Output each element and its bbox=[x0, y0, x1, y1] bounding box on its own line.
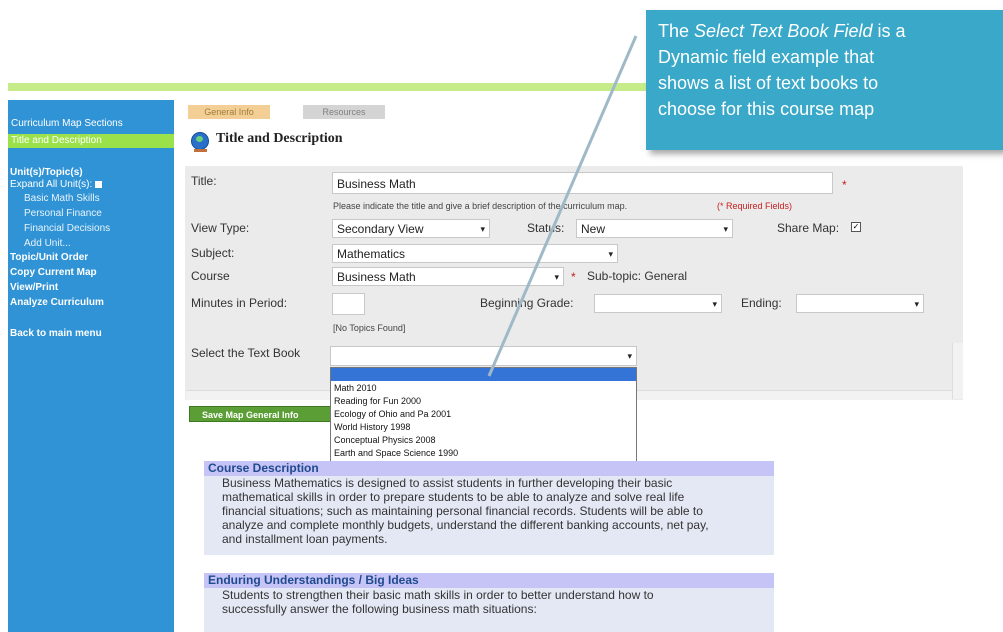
view-type-label: View Type: bbox=[191, 221, 250, 235]
minutes-label: Minutes in Period: bbox=[191, 296, 288, 310]
expand-all-checkbox[interactable] bbox=[95, 180, 103, 188]
course-description-line: financial situations; such as maintainin… bbox=[222, 504, 703, 518]
textbook-label: Select the Text Book bbox=[191, 346, 301, 360]
view-type-select[interactable]: Secondary View bbox=[332, 219, 490, 238]
subtopic-label: Sub-topic: General bbox=[587, 269, 688, 283]
globe-icon bbox=[191, 132, 209, 150]
title-hint: Please indicate the title and give a bri… bbox=[333, 201, 628, 211]
sidebar-unit-basic-math[interactable]: Basic Math Skills bbox=[24, 193, 190, 204]
status-label: Status: bbox=[527, 221, 565, 235]
sidebar-unit-personal-finance[interactable]: Personal Finance bbox=[24, 208, 190, 219]
beginning-grade-select[interactable] bbox=[594, 294, 722, 313]
beginning-grade-label: Beginning Grade: bbox=[480, 296, 574, 310]
minutes-input[interactable] bbox=[332, 293, 365, 315]
textbook-option[interactable]: Earth and Space Science 1990 bbox=[334, 448, 458, 458]
sidebar-copy-current-map[interactable]: Copy Current Map bbox=[10, 267, 176, 278]
sidebar-item-title-description[interactable]: Title and Description bbox=[8, 134, 174, 148]
course-description-section: Course Description Business Mathematics … bbox=[204, 461, 774, 555]
sidebar-view-print[interactable]: View/Print bbox=[10, 282, 176, 293]
sidebar-add-unit[interactable]: Add Unit... bbox=[24, 238, 190, 249]
share-map-checkbox[interactable]: ✓ bbox=[851, 222, 861, 232]
share-map-label: Share Map: bbox=[777, 221, 840, 235]
callout-emphasis: Select Text Book Field bbox=[694, 21, 873, 41]
textbook-select[interactable] bbox=[330, 346, 637, 366]
sidebar-unit-financial-decisions[interactable]: Financial Decisions bbox=[24, 223, 190, 234]
tab-general-info[interactable]: General Info bbox=[188, 105, 270, 119]
ending-grade-select[interactable] bbox=[796, 294, 924, 313]
sidebar-analyze-curriculum[interactable]: Analyze Curriculum bbox=[10, 297, 176, 308]
enduring-understandings-body: Students to strengthen their basic math … bbox=[222, 588, 770, 616]
subject-label: Subject: bbox=[191, 246, 235, 260]
title-input[interactable]: Business Math bbox=[332, 172, 833, 194]
callout-suffix: is a bbox=[872, 21, 906, 41]
course-description-line: and installment loan payments. bbox=[222, 532, 388, 546]
save-map-general-info-button[interactable]: Save Map General Info bbox=[189, 406, 335, 422]
no-topics-text: [No Topics Found] bbox=[333, 323, 406, 333]
callout-line-3: shows a list of text books to bbox=[658, 73, 879, 93]
textbook-option[interactable]: World History 1998 bbox=[334, 422, 410, 432]
title-label: Title: bbox=[191, 174, 217, 188]
enduring-understandings-heading: Enduring Understandings / Big Ideas bbox=[204, 573, 774, 588]
globe-stand-icon bbox=[194, 149, 207, 152]
title-required-star: * bbox=[842, 178, 847, 192]
textbook-option[interactable]: Conceptual Physics 2008 bbox=[334, 435, 436, 445]
course-description-line: analyze and complete monthly budgets, un… bbox=[222, 518, 709, 532]
course-select[interactable]: Business Math bbox=[332, 267, 564, 286]
expand-all-label: Expand All Unit(s): bbox=[10, 179, 93, 190]
tab-resources[interactable]: Resources bbox=[303, 105, 385, 119]
course-required-star: * bbox=[571, 270, 576, 284]
form-vertical-scrollbar[interactable] bbox=[952, 343, 963, 399]
callout-line-1: The Select Text Book Field is a bbox=[658, 18, 991, 44]
callout-line-4: choose for this course map bbox=[658, 99, 875, 119]
required-fields-note: (* Required Fields) bbox=[717, 201, 793, 211]
sidebar-back-to-main-menu[interactable]: Back to main menu bbox=[10, 328, 176, 339]
course-description-body: Business Mathematics is designed to assi… bbox=[222, 476, 770, 546]
course-description-line: Business Mathematics is designed to assi… bbox=[222, 476, 673, 490]
annotation-callout: The Select Text Book Field is a Dynamic … bbox=[646, 10, 1003, 150]
dropdown-highlight-row[interactable] bbox=[331, 368, 636, 381]
enduring-line: successfully answer the following busine… bbox=[222, 602, 537, 616]
sidebar-topic-unit-order[interactable]: Topic/Unit Order bbox=[10, 252, 176, 263]
sidebar-expand-all[interactable]: Expand All Unit(s): bbox=[10, 179, 176, 190]
textbook-option[interactable]: Ecology of Ohio and Pa 2001 bbox=[334, 409, 451, 419]
enduring-understandings-section: Enduring Understandings / Big Ideas Stud… bbox=[204, 573, 774, 632]
subject-select[interactable]: Mathematics bbox=[332, 244, 618, 263]
page-title: Title and Description bbox=[216, 131, 343, 146]
callout-line-2: Dynamic field example that bbox=[658, 47, 875, 67]
course-description-line: mathematical skills in order to prepare … bbox=[222, 490, 685, 504]
sidebar: Curriculum Map Sections Title and Descri… bbox=[8, 100, 174, 632]
sidebar-units-heading[interactable]: Unit(s)/Topic(s) bbox=[10, 167, 176, 178]
sidebar-sections-link[interactable]: Curriculum Map Sections bbox=[11, 118, 177, 129]
status-select[interactable]: New bbox=[576, 219, 733, 238]
textbook-option[interactable]: Math 2010 bbox=[334, 383, 377, 393]
textbook-dropdown-list[interactable]: Math 2010 Reading for Fun 2000 Ecology o… bbox=[330, 367, 637, 465]
enduring-line: Students to strengthen their basic math … bbox=[222, 588, 654, 602]
course-label: Course bbox=[191, 269, 230, 283]
ending-grade-label: Ending: bbox=[741, 296, 782, 310]
course-description-heading: Course Description bbox=[204, 461, 774, 476]
callout-prefix: The bbox=[658, 21, 695, 41]
textbook-option[interactable]: Reading for Fun 2000 bbox=[334, 396, 421, 406]
